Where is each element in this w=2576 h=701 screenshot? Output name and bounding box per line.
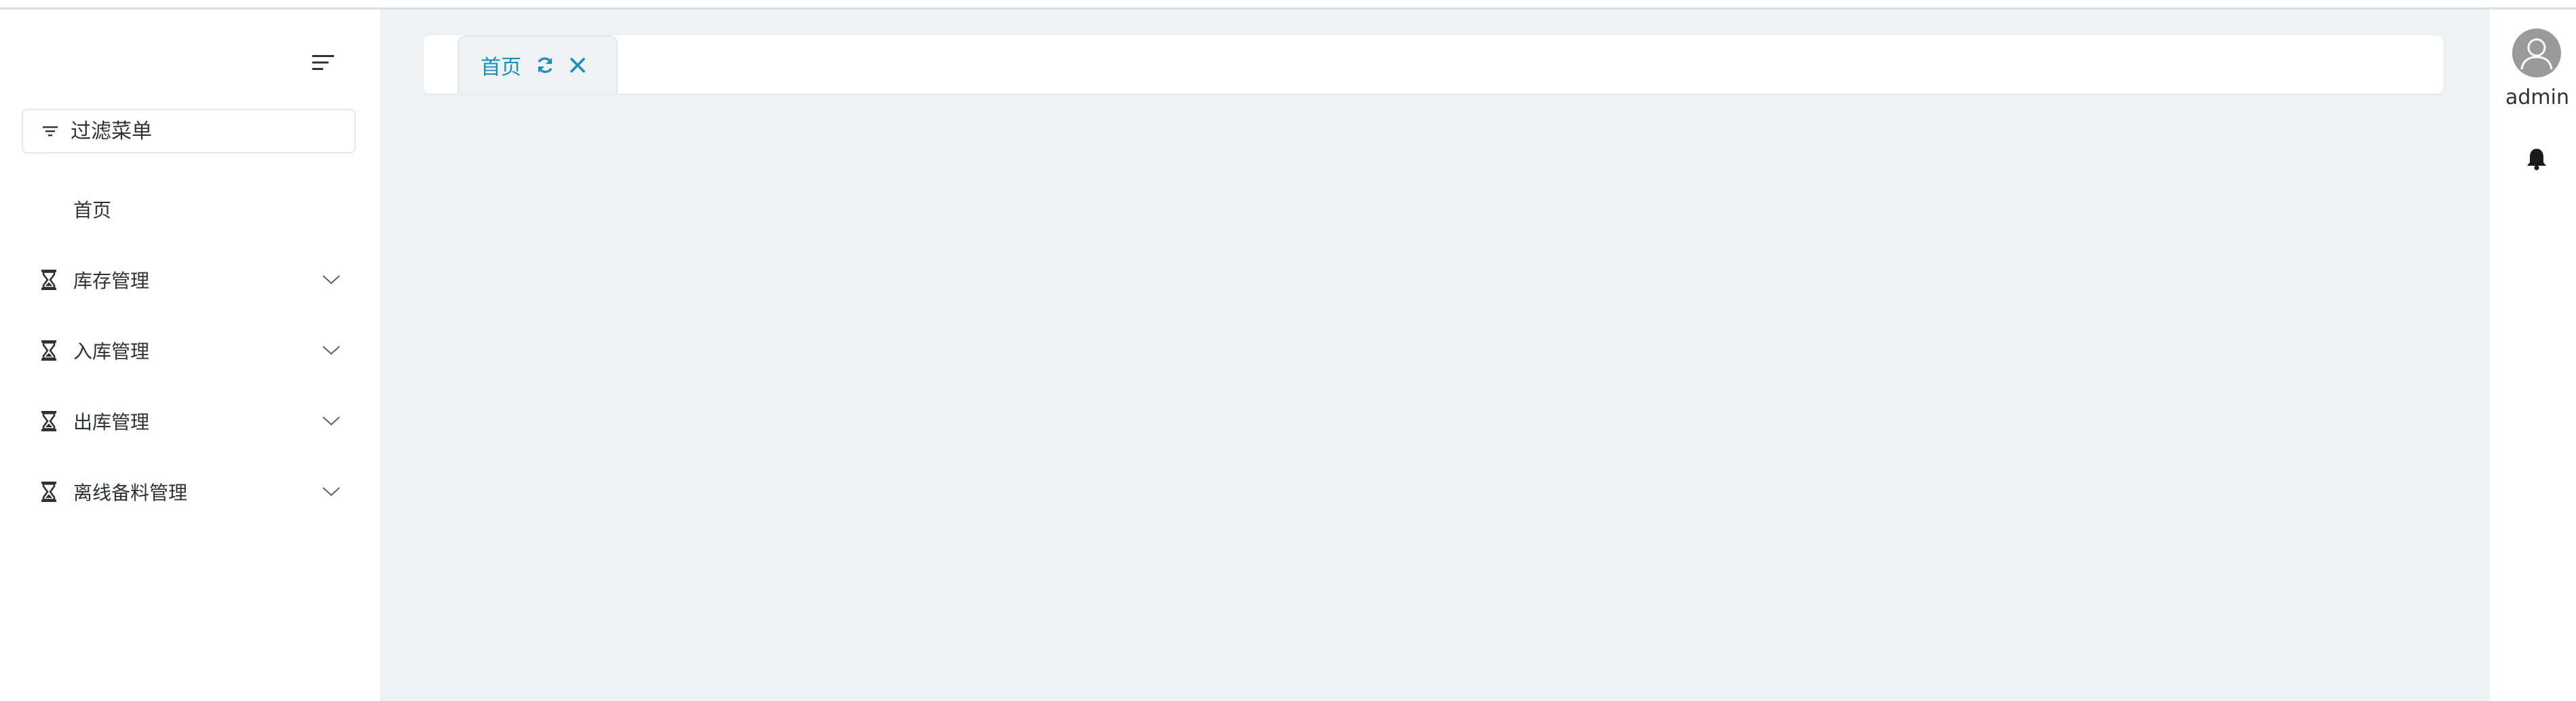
sidebar-item-inbound[interactable]: 入库管理 [0, 315, 380, 386]
chevron-down-icon [319, 413, 343, 429]
sidebar-item-label: 库存管理 [73, 270, 150, 292]
menu-filter-input[interactable] [71, 119, 342, 143]
sidebar-menu: 首页 库存管理 入库管理 出库管理 离线备料管理 [0, 174, 380, 527]
chevron-down-icon [319, 342, 343, 359]
avatar[interactable] [2512, 29, 2561, 77]
tab-bar: 首页 [424, 35, 2444, 94]
bell-icon[interactable] [2524, 145, 2550, 173]
collapse-menu-icon [312, 55, 334, 70]
sidebar-item-home[interactable]: 首页 [0, 174, 380, 245]
sidebar-item-label: 出库管理 [73, 411, 150, 433]
menu-filter-field[interactable] [22, 109, 356, 154]
main-content: 首页 [380, 10, 2490, 701]
tab-home[interactable]: 首页 [458, 35, 618, 94]
sidebar-item-offline-prep[interactable]: 离线备料管理 [0, 456, 380, 527]
refresh-icon[interactable] [534, 54, 557, 77]
sidebar-collapse-button[interactable] [304, 43, 342, 82]
user-panel: admin [2490, 10, 2576, 701]
filter-icon [37, 118, 64, 145]
chevron-down-icon [319, 484, 343, 500]
hourglass-icon [38, 268, 60, 292]
close-icon[interactable] [566, 54, 589, 77]
user-icon [2520, 38, 2553, 70]
hourglass-icon [38, 338, 60, 363]
hourglass-icon [38, 480, 60, 504]
username-label[interactable]: admin [2490, 86, 2576, 109]
sidebar: 首页 库存管理 [0, 10, 380, 701]
tab-label: 首页 [481, 56, 521, 79]
sidebar-item-label: 离线备料管理 [73, 482, 188, 504]
chevron-down-icon [319, 272, 343, 288]
sidebar-item-label: 入库管理 [73, 340, 150, 363]
window-top-border [0, 0, 2576, 10]
hourglass-icon [38, 409, 60, 433]
sidebar-item-inventory[interactable]: 库存管理 [0, 245, 380, 315]
sidebar-item-outbound[interactable]: 出库管理 [0, 386, 380, 456]
sidebar-item-label: 首页 [73, 199, 112, 221]
